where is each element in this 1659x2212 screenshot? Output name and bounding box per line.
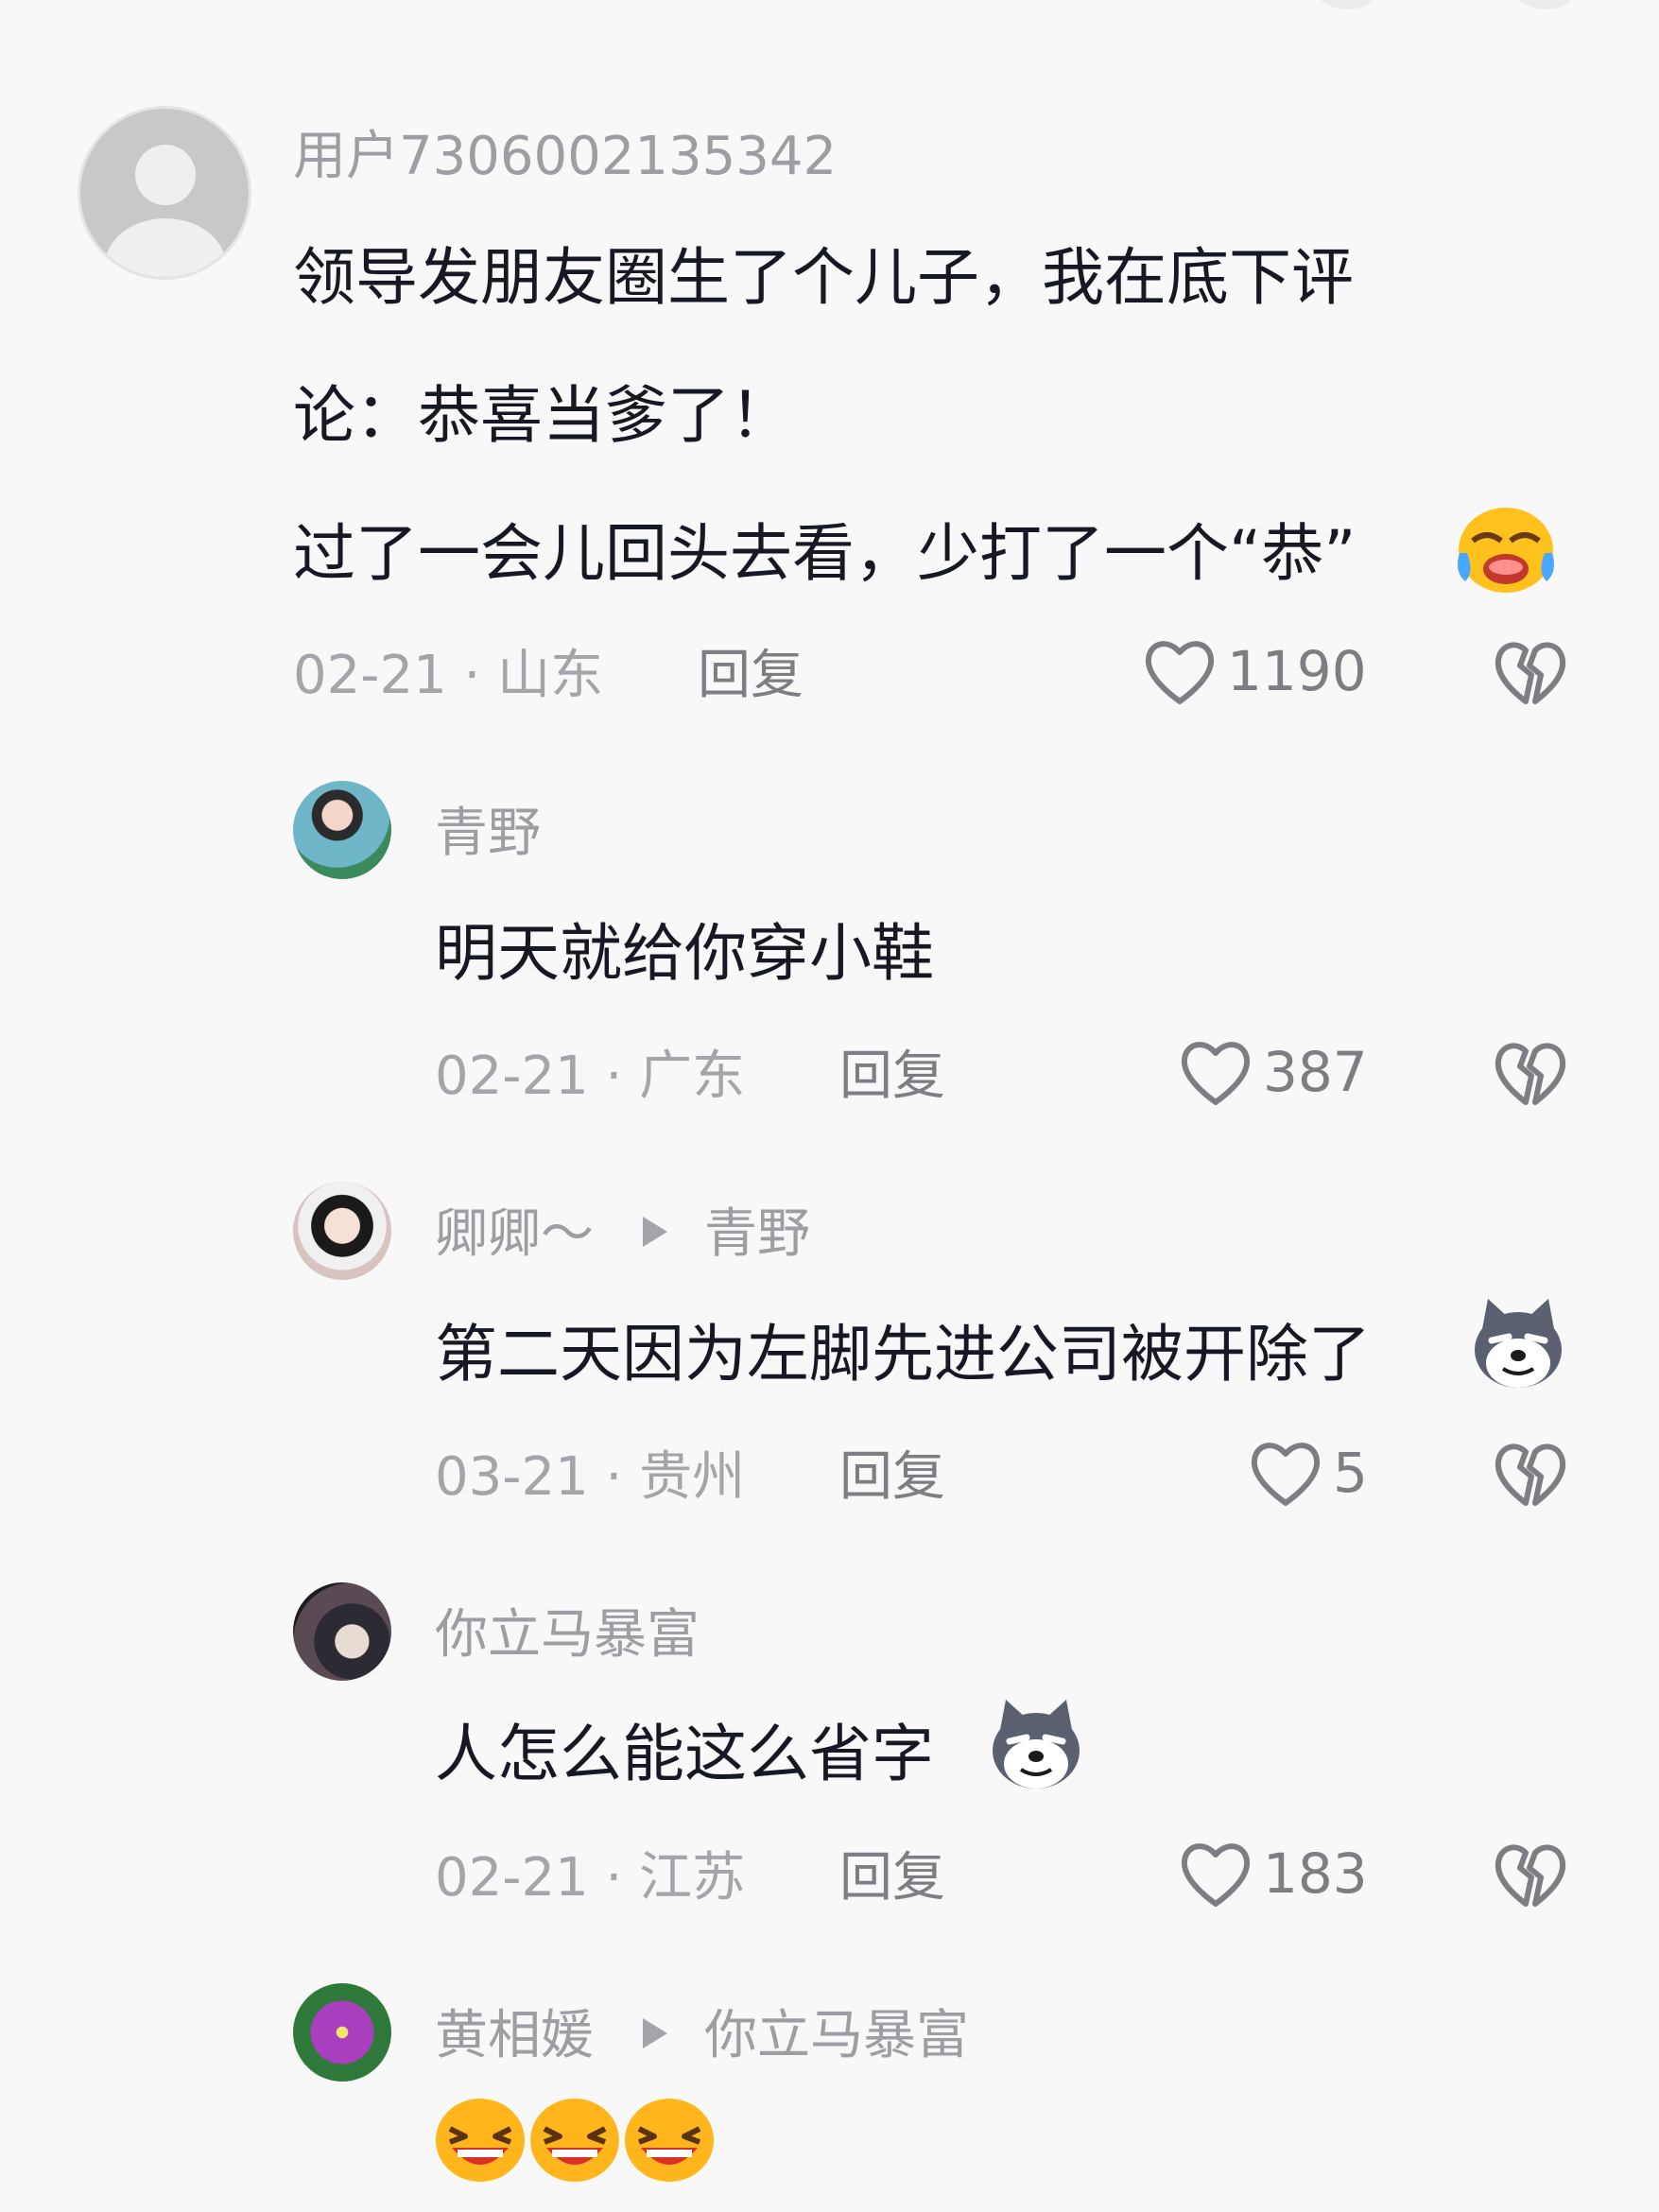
triangle-arrow-icon [643, 2018, 667, 2048]
comment-text-line-1: 领导发朋友圈生了个儿子，我在底下评 [293, 241, 1354, 314]
heart-outline-icon [1251, 1443, 1321, 1506]
like-button[interactable]: 5 [1248, 1437, 1368, 1509]
like-count: 183 [1263, 1841, 1368, 1906]
reply-to-username[interactable]: 你立马暴富 [704, 2008, 969, 2065]
avatar[interactable] [293, 1983, 391, 2082]
broken-heart-icon[interactable] [1492, 635, 1569, 709]
broken-heart-icon[interactable] [1492, 1036, 1569, 1110]
husky-smirk-emoji-icon [1475, 1299, 1562, 1388]
broken-heart-icon[interactable] [1492, 1437, 1569, 1511]
reply-date-location: 03-21 · 贵州 [435, 1446, 746, 1508]
like-button[interactable]: 1190 [1142, 635, 1367, 707]
husky-smirk-emoji-icon [993, 1700, 1080, 1789]
reply-text: 第二天因为左脚先进公司被开除了 [435, 1318, 1371, 1391]
heart-outline-icon [1181, 1843, 1251, 1907]
avatar-default[interactable] [78, 106, 251, 280]
triangle-arrow-icon [643, 1217, 667, 1247]
reply-username[interactable]: 卿卿～ [435, 1206, 594, 1263]
laughing-face-emoji-icon [436, 2099, 525, 2182]
reply-date-location: 02-21 · 广东 [435, 1046, 746, 1107]
reply-text: 人怎么能这么省字 [435, 1718, 934, 1790]
comment-text-line-2: 论：恭喜当爹了！ [293, 379, 792, 452]
avatar[interactable] [293, 781, 391, 879]
heart-outline-icon [1181, 1042, 1251, 1105]
heart-outline-icon [1145, 641, 1215, 704]
comment-username[interactable]: 用户7306002135342 [293, 129, 837, 185]
comment-text-line-3: 过了一会儿回头去看，少打了一个“恭” [293, 517, 1357, 590]
reply-username[interactable]: 黄相媛 [435, 2008, 594, 2065]
avatar[interactable] [293, 1582, 391, 1681]
like-button[interactable]: 387 [1178, 1036, 1368, 1108]
like-count: 5 [1333, 1441, 1368, 1505]
laughing-face-emoji-icon [530, 2099, 619, 2182]
reply-text: 明天就给你穿小鞋 [435, 917, 934, 990]
reply-button[interactable]: 回复 [839, 1048, 945, 1105]
reply-button[interactable]: 回复 [698, 648, 804, 704]
like-count: 387 [1263, 1040, 1368, 1104]
laughing-face-emoji-icon [625, 2099, 714, 2182]
reply-to-username[interactable]: 青野 [704, 1206, 810, 1263]
avatar[interactable] [293, 1182, 391, 1280]
broken-heart-icon[interactable] [1492, 1838, 1569, 1911]
reply-date-location: 02-21 · 江苏 [435, 1847, 746, 1909]
reply-button[interactable]: 回复 [839, 1850, 945, 1907]
like-button[interactable]: 183 [1178, 1838, 1368, 1910]
reply-button[interactable]: 回复 [839, 1449, 945, 1506]
like-count: 1190 [1227, 639, 1367, 703]
top-partial-shape [1512, 0, 1579, 9]
reply-username[interactable]: 你立马暴富 [435, 1607, 700, 1664]
comment-date-location: 02-21 · 山东 [293, 645, 604, 706]
top-partial-shape [1314, 0, 1380, 9]
reply-username[interactable]: 青野 [435, 805, 541, 862]
crying-face-emoji-icon [1458, 508, 1554, 593]
